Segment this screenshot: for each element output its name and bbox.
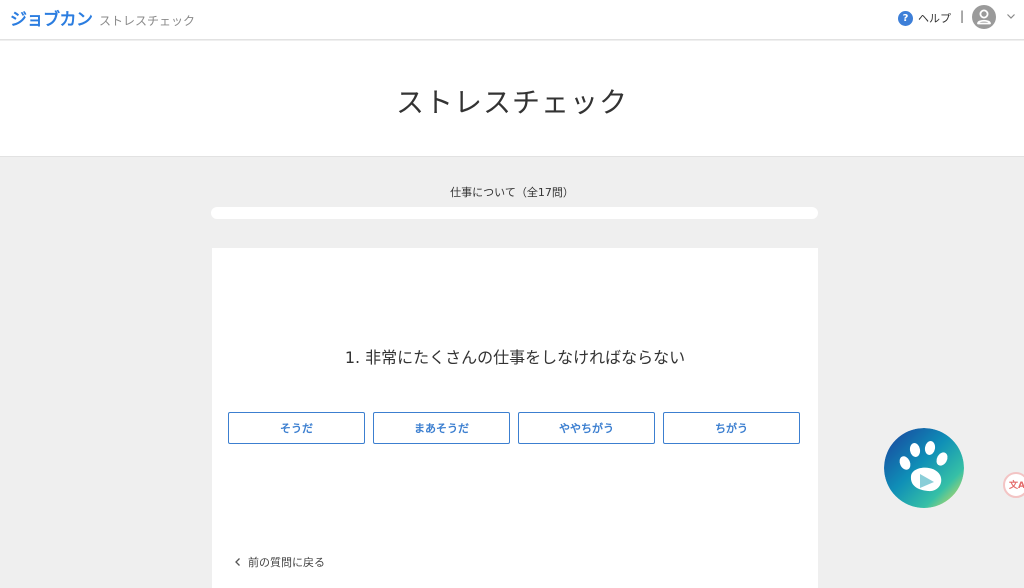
section-label: 仕事について（全17問） xyxy=(450,186,574,199)
header-separator: | xyxy=(960,9,965,23)
answer-button-soda[interactable]: そうだ xyxy=(228,412,365,444)
answer-button-yaya-chigau[interactable]: ややちがう xyxy=(518,412,655,444)
question-circle-icon: ? xyxy=(898,10,913,26)
chevron-down-icon[interactable] xyxy=(1006,11,1016,21)
answer-button-maa-soda[interactable]: まあそうだ xyxy=(373,412,510,444)
answer-options: そうだ まあそうだ ややちがう ちがう xyxy=(228,412,800,444)
product-name: ストレスチェック xyxy=(99,14,196,28)
progress-bar xyxy=(211,207,818,219)
assistant-floating-button[interactable] xyxy=(884,428,964,508)
help-label: ヘルプ xyxy=(918,12,951,25)
brand-logo[interactable]: ジョブカン xyxy=(10,5,93,30)
back-label: 前の質問に戻る xyxy=(248,556,325,569)
page-header: ストレスチェック xyxy=(0,41,1024,157)
question-card: 1. 非常にたくさんの仕事をしなければならない そうだ まあそうだ ややちがう … xyxy=(212,248,818,588)
answer-button-chigau[interactable]: ちがう xyxy=(663,412,800,444)
back-to-previous-link[interactable]: 前の質問に戻る xyxy=(234,554,325,570)
translate-icon: 文A xyxy=(1009,481,1024,491)
question-text: 1. 非常にたくさんの仕事をしなければならない xyxy=(344,348,686,367)
help-link[interactable]: ? ヘルプ xyxy=(898,9,951,27)
chevron-left-icon xyxy=(235,558,240,566)
user-avatar-icon xyxy=(977,9,991,25)
user-avatar-button[interactable] xyxy=(972,5,996,29)
translate-side-button[interactable]: 文A xyxy=(1003,472,1024,498)
page-title: ストレスチェック xyxy=(395,86,628,119)
top-navigation-bar: ジョブカン ストレスチェック ? ヘルプ | xyxy=(0,0,1024,40)
paw-print-icon xyxy=(884,428,964,508)
